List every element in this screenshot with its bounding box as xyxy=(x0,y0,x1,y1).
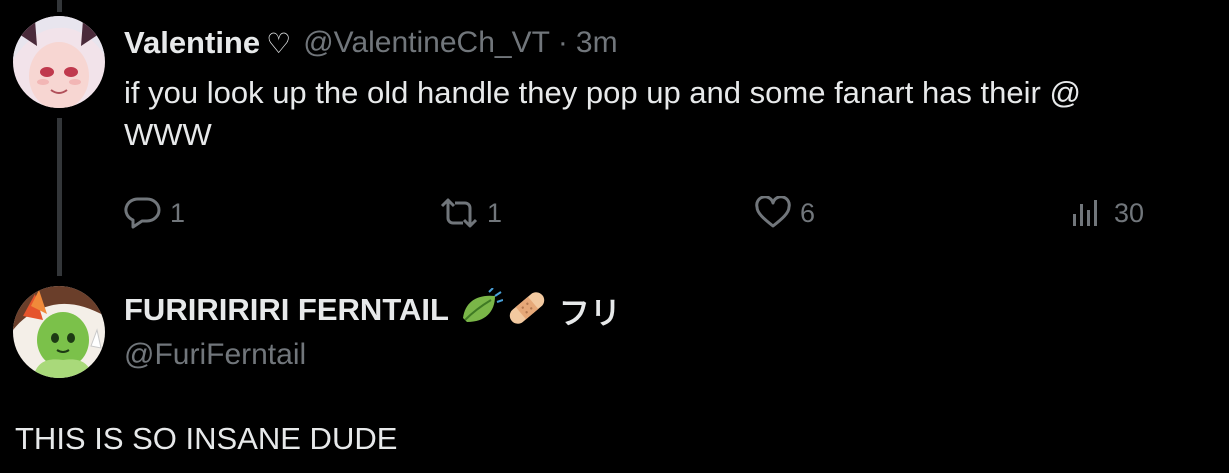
heart-icon xyxy=(754,196,792,230)
reply-icon xyxy=(124,196,162,230)
tweet-header-valentine: Valentine ♡ @ValentineCh_VT · 3m xyxy=(124,24,618,62)
leaf-icon xyxy=(459,286,504,333)
bandage-icon xyxy=(505,288,549,333)
views-icon xyxy=(1070,196,1106,230)
tweet-header-furi: FURIRIRIRI FERNTAIL フリ xyxy=(124,286,621,333)
display-name[interactable]: Valentine xyxy=(124,25,260,61)
timestamp[interactable]: 3m xyxy=(576,26,618,60)
repost-count: 1 xyxy=(487,197,503,228)
reply-count: 1 xyxy=(170,197,186,228)
separator-dot: · xyxy=(557,26,568,59)
tweet-actions: 1 1 6 30 xyxy=(124,190,1184,234)
avatar-valentine[interactable] xyxy=(13,16,105,108)
heart-symbol: ♡ xyxy=(266,27,292,59)
repost-button[interactable]: 1 xyxy=(439,196,502,230)
like-button[interactable]: 6 xyxy=(754,196,815,230)
handle[interactable]: @ValentineCh_VT xyxy=(303,26,550,60)
display-name[interactable]: FURIRIRIRI FERNTAIL xyxy=(124,292,449,328)
thread-line-connector xyxy=(57,118,62,276)
repost-icon xyxy=(439,196,479,230)
handle[interactable]: @FuriFerntail xyxy=(124,338,306,372)
tweet-text-line-2: WWW xyxy=(124,117,212,152)
like-count: 6 xyxy=(800,197,816,228)
views-count: 30 xyxy=(1114,197,1145,228)
views-button[interactable]: 30 xyxy=(1070,196,1144,230)
reply-button[interactable]: 1 xyxy=(124,196,185,230)
tweet-text-line-1: if you look up the old handle they pop u… xyxy=(124,75,1081,110)
name-suffix: フリ xyxy=(558,295,621,331)
tweet-text: if you look up the old handle they pop u… xyxy=(124,72,1081,156)
tweet-text: THIS IS SO INSANE DUDE xyxy=(15,421,398,456)
avatar-furi[interactable] xyxy=(13,286,105,378)
thread-line-top xyxy=(57,0,62,12)
